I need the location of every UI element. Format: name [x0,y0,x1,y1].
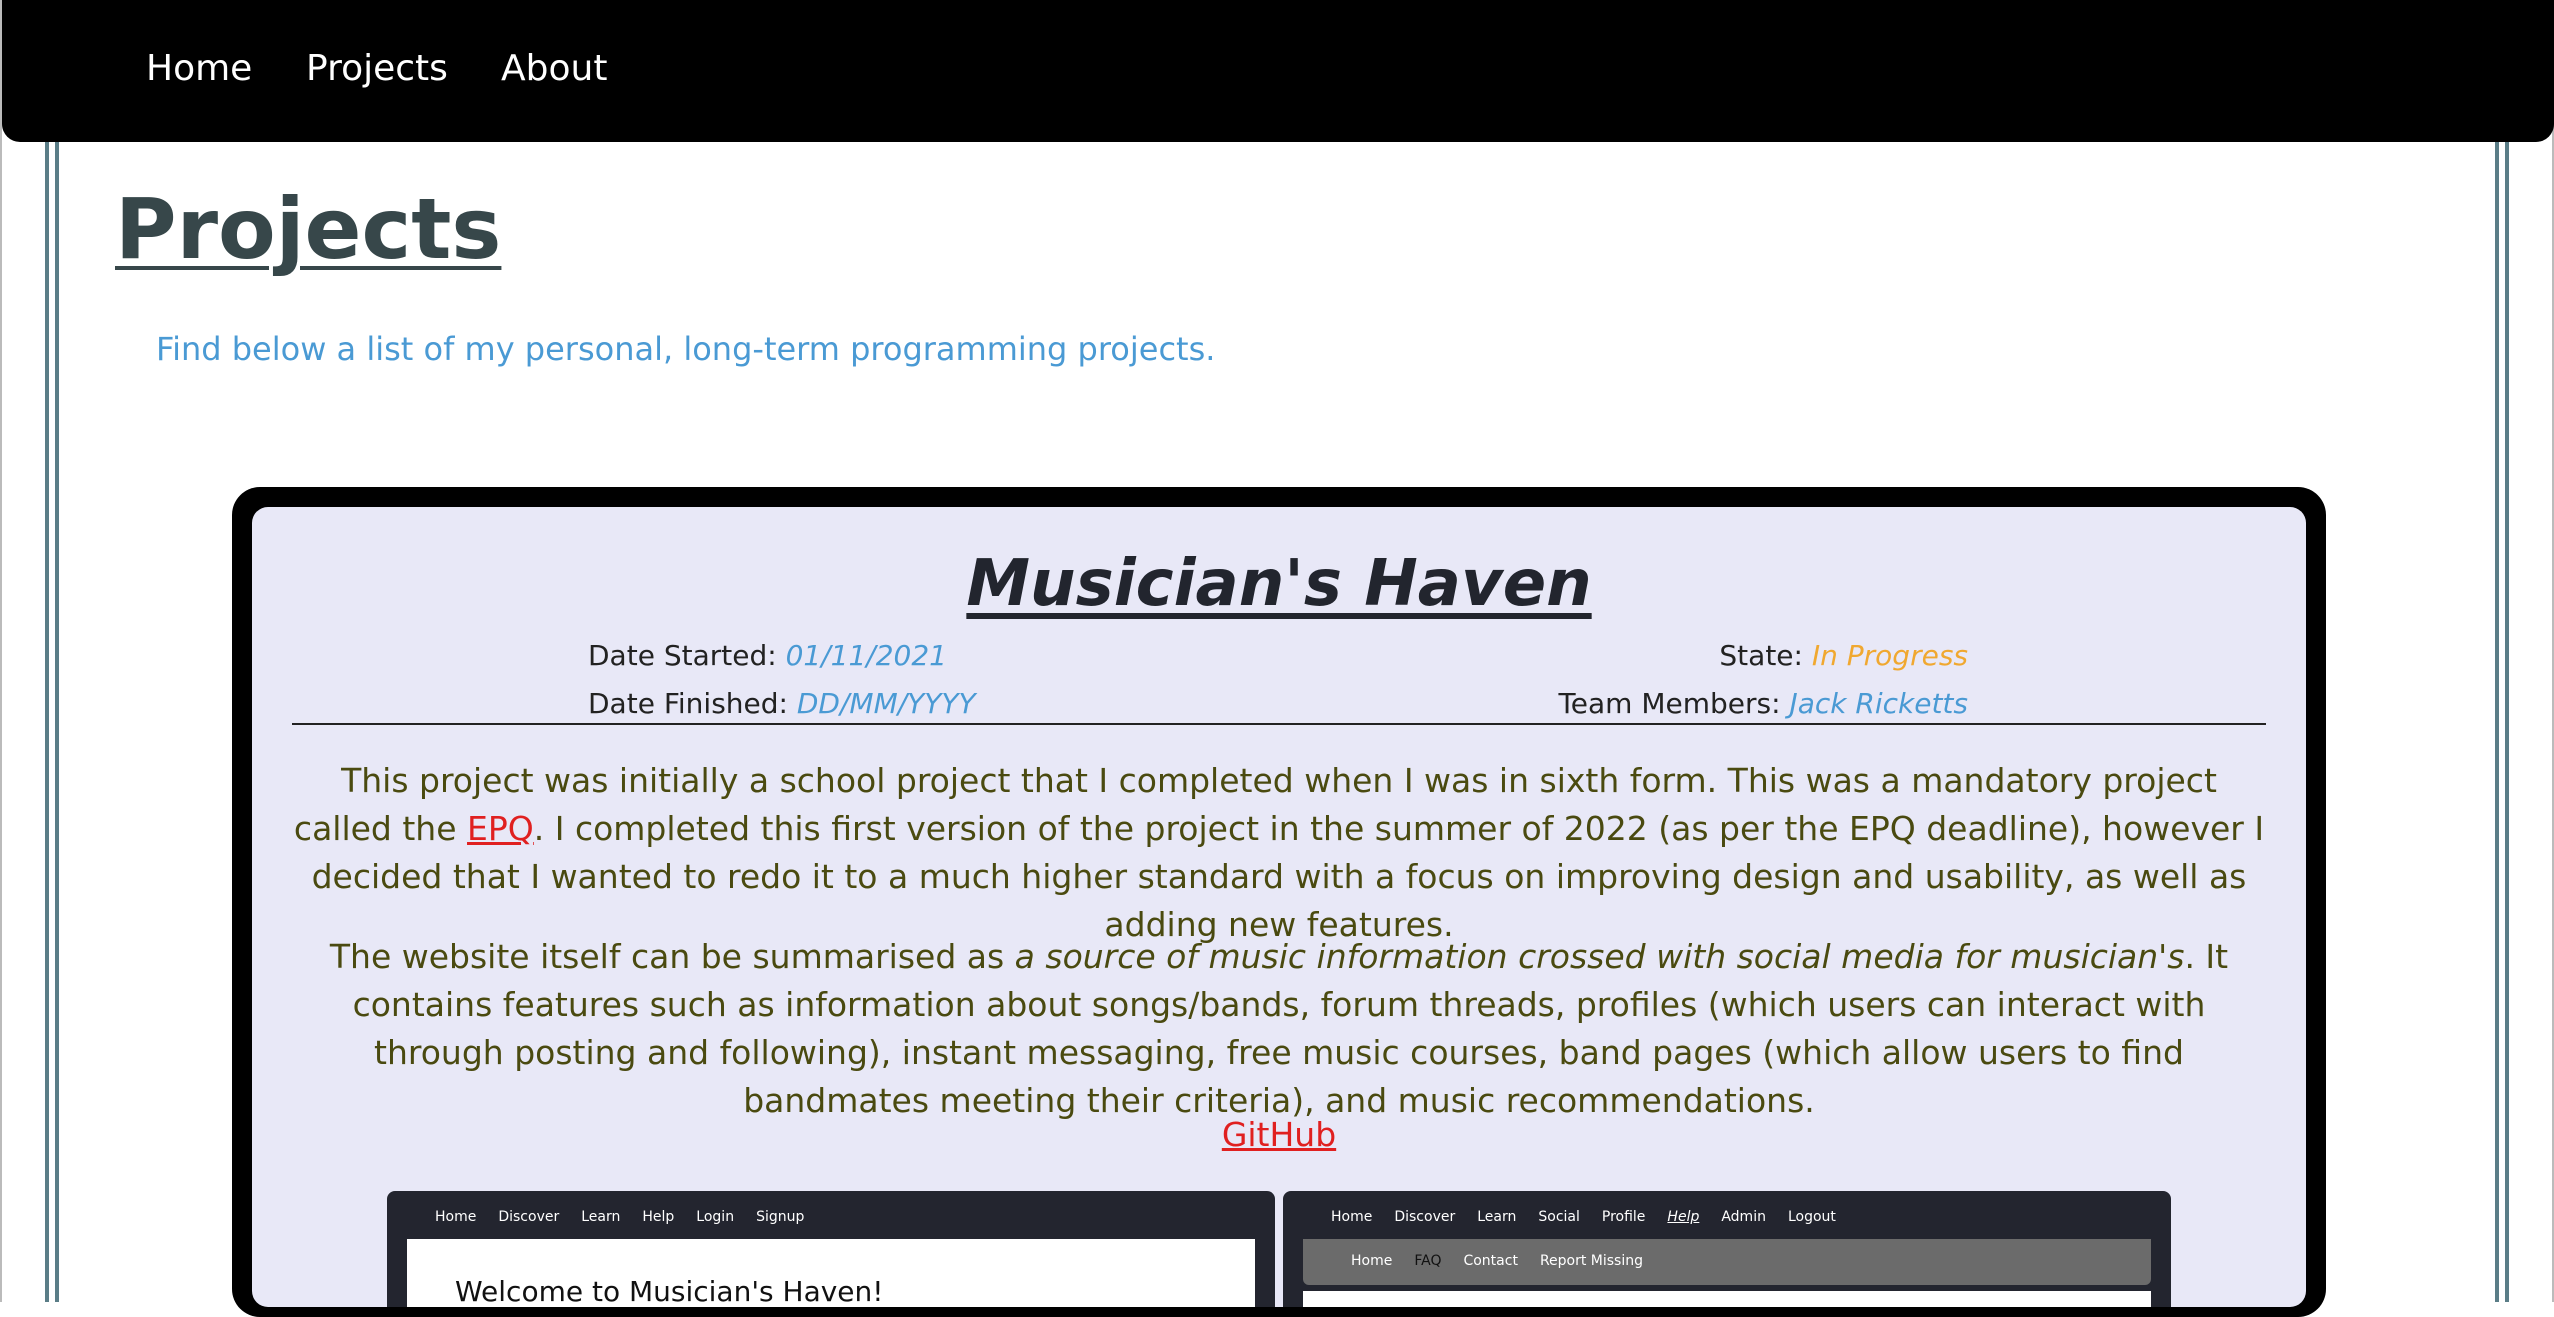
date-finished: Date Finished: DD/MM/YYYY [588,687,976,720]
screenshot-1-nav: Home Discover Learn Help Login Signup [435,1209,826,1225]
nav-about-link[interactable]: About [501,48,607,89]
date-started-label: Date Started: [588,639,777,672]
s2-nav-profile: Profile [1601,1209,1646,1225]
screenshot-2-subnav-bar: Home FAQ Contact Report Missing [1303,1239,2151,1285]
state-value: In Progress [1811,639,1968,672]
screenshot-2-subnav: Home FAQ Contact Report Missing [1351,1253,1665,1269]
s2-nav-admin: Admin [1721,1209,1766,1225]
s2-subnav-contact: Contact [1463,1253,1518,1269]
s1-nav-help: Help [642,1209,675,1225]
s2-nav-home: Home [1331,1209,1373,1225]
github-link-container: GitHub [252,1115,2306,1154]
page-frame-right [2495,0,2509,1302]
page-title: Projects [115,180,502,278]
top-navbar: Home Projects About [2,0,2554,142]
date-started-value: 01/11/2021 [785,639,947,672]
nav-home-link[interactable]: Home [146,48,252,89]
project-description-1: This project was initially a school proj… [293,761,2265,944]
s2-subnav-faq: FAQ [1414,1253,1442,1269]
screenshot-2-body [1303,1291,2151,1307]
team-label: Team Members: [1558,687,1781,720]
date-finished-label: Date Finished: [588,687,788,720]
summary-emphasis: a source of music information crossed wi… [1014,937,2185,976]
project-description-2: The website itself can be summarised as … [329,937,2229,1120]
s1-nav-discover: Discover [498,1209,560,1225]
window-edge-left [0,0,2,1302]
team-members: Team Members: Jack Ricketts [1558,687,1968,720]
s2-nav-discover: Discover [1394,1209,1456,1225]
s2-subnav-report: Report Missing [1539,1253,1644,1269]
screenshot-1-body: Welcome to Musician's Haven! [407,1239,1255,1307]
state-label: State: [1719,639,1803,672]
s1-nav-login: Login [696,1209,735,1225]
project-card: Musician's Haven Date Started: 01/11/202… [252,507,2306,1307]
s1-nav-home: Home [435,1209,477,1225]
s2-nav-logout: Logout [1787,1209,1836,1225]
screenshot-1-heading: Welcome to Musician's Haven! [455,1275,884,1307]
nav-projects-link[interactable]: Projects [306,48,448,89]
project-screenshot-1: Home Discover Learn Help Login Signup Welcome… [387,1191,1275,1307]
page-frame-left [45,0,59,1302]
date-finished-value: DD/MM/YYYY [796,687,976,720]
screenshot-2-nav: Home Discover Learn Social Profile Help Admin L… [1331,1209,1858,1225]
s1-nav-learn: Learn [581,1209,621,1225]
date-started: Date Started: 01/11/2021 [588,639,947,672]
page-subtitle: Find below a list of my personal, long-t… [156,330,1216,368]
meta-divider [292,723,2266,725]
epq-link[interactable]: EPQ [467,809,534,848]
project-title: Musician's Haven [966,547,1592,621]
s2-nav-learn: Learn [1477,1209,1517,1225]
s2-nav-help: Help [1667,1209,1700,1225]
team-value: Jack Ricketts [1789,687,1968,720]
s1-nav-signup: Signup [756,1209,805,1225]
github-link[interactable]: GitHub [1222,1115,1336,1154]
project-state: State: In Progress [1719,639,1968,672]
s2-nav-social: Social [1538,1209,1580,1225]
project-screenshot-2: Home Discover Learn Social Profile Help Admin L… [1283,1191,2171,1307]
s2-subnav-home: Home [1351,1253,1393,1269]
